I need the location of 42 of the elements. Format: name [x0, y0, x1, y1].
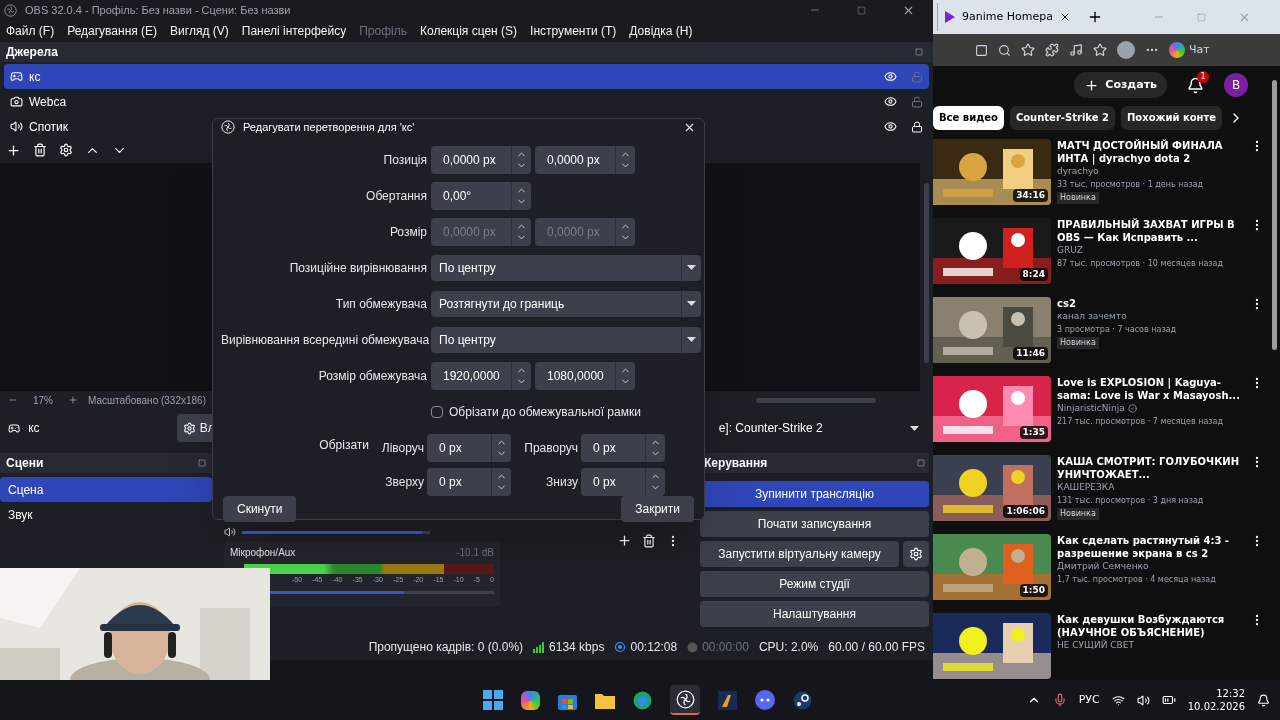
field-label: Позиція: [382, 151, 427, 169]
new-badge: Новинка: [1057, 507, 1099, 520]
dropped-frames: Пропущено кадрів: 0 (0.0%): [368, 638, 524, 656]
video-stats: 87 тыс. просмотров · 10 месяцев назад: [1057, 257, 1225, 270]
field-label: Вирівнювання всередині обмежувача: [221, 331, 427, 349]
cpu-usage: CPU: 2.0%: [758, 639, 819, 656]
video-stats: 3 просмотра · 7 часов назад: [1057, 323, 1178, 336]
video-stats: 1,7 тыс. просмотров · 4 месяца назад: [1057, 573, 1217, 586]
channel-name: Мікрофон/Aux: [230, 546, 296, 560]
field-label: Розмір: [388, 223, 427, 241]
source-name: Спотик: [29, 118, 69, 136]
video-stats: 217 тыс. просмотров · 7 месяцев назад: [1057, 415, 1225, 428]
video-stats: 131 тыс. просмотров · 3 дня назад: [1057, 494, 1205, 507]
zoom-status: Масштабовано (332x186): [88, 393, 206, 408]
checkbox-label: Обрізати до обмежувальної рамки: [449, 403, 641, 421]
bitrate: 6134 kbps: [549, 639, 605, 656]
zoom-percent: 17%: [32, 393, 54, 408]
crop-side-label: Праворуч: [523, 439, 578, 457]
dock-title: Керування: [704, 455, 769, 472]
record-time: 00:00:00: [702, 639, 749, 656]
channel-reading: -10.1 dB: [456, 546, 494, 560]
dock-title: Джерела: [6, 44, 59, 61]
field-label: Обертання: [365, 187, 427, 205]
new-badge: Новинка: [1057, 336, 1099, 349]
window-title: OBS 32.0.4 - Профіль: Без назви - Сцени: Без назви: [25, 2, 292, 18]
dialog-title: Редагувати перетворення для 'кс': [243, 120, 416, 135]
field-label: Розмір обмежувача: [317, 367, 427, 385]
dock-title: Сцени: [6, 455, 45, 472]
crop-side-label: Знизу: [545, 473, 578, 491]
crop-side-label: Зверху: [384, 473, 424, 491]
stream-time: 00:12:08: [630, 639, 678, 656]
source-name: Webca: [29, 93, 67, 111]
video-stats: 33 тыс. просмотров · 1 день назад: [1057, 178, 1205, 191]
crop-label: Обрізати: [318, 436, 369, 454]
crop-side-label: Ліворуч: [380, 439, 424, 457]
source-name: кс: [28, 420, 41, 437]
source-name: кс: [29, 68, 41, 86]
notification-count: 1: [1197, 70, 1209, 83]
new-badge: Новинка: [1057, 191, 1099, 204]
field-label: Позиційне вирівнювання: [288, 259, 427, 277]
field-label: Тип обмежувача: [334, 295, 427, 313]
fps: 60.00 / 60.00 FPS: [828, 639, 925, 656]
